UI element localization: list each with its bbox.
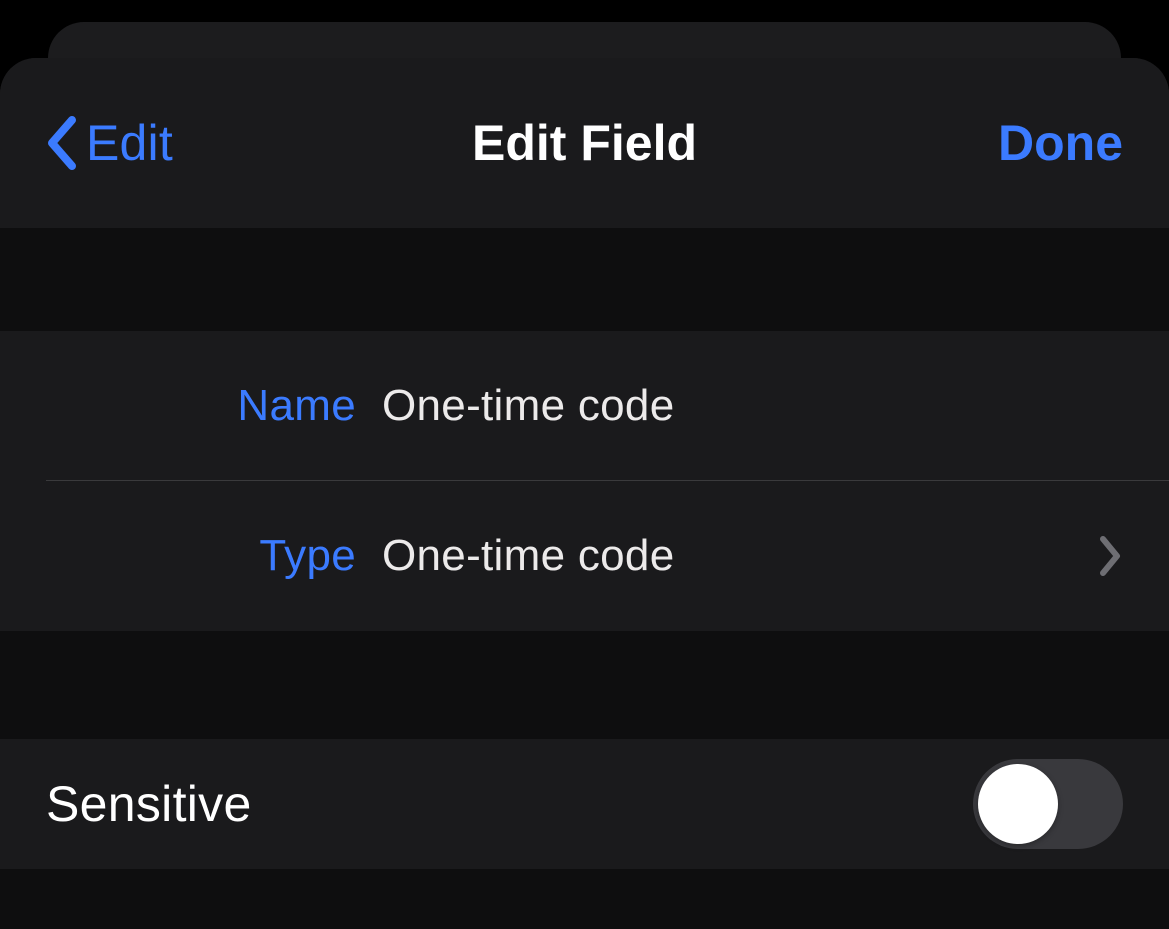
sensitive-toggle[interactable] [973,759,1123,849]
navbar: Edit Edit Field Done [0,58,1169,228]
type-value: One-time code [382,531,1099,581]
page-title: Edit Field [246,114,923,172]
section-gap [0,869,1169,929]
type-label: Type [46,531,382,581]
name-input[interactable] [382,381,1123,431]
back-button[interactable]: Edit [46,114,246,172]
section-gap [0,228,1169,331]
done-button[interactable]: Done [998,115,1123,171]
toggle-knob [978,764,1058,844]
name-row[interactable]: Name [0,331,1169,481]
sensitive-row: Sensitive [0,739,1169,869]
name-label: Name [46,381,382,431]
edit-field-sheet: Edit Edit Field Done Name Type One-time … [0,58,1169,929]
field-properties-group: Name Type One-time code [0,331,1169,631]
chevron-left-icon [46,116,76,170]
back-label: Edit [86,114,173,172]
chevron-right-icon [1099,535,1123,577]
type-row[interactable]: Type One-time code [0,481,1169,631]
sensitive-label: Sensitive [46,775,252,833]
section-gap [0,631,1169,739]
